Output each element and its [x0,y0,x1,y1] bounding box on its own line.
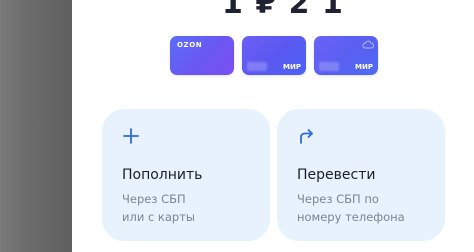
transfer-title: Перевести [297,167,376,183]
transfer-subtitle-line: номеру телефона [297,210,405,224]
background-overlay [0,0,72,252]
card-ozon[interactable]: OZON [170,36,234,75]
transfer-button[interactable]: Перевести Через СБП по номеру телефона [277,109,445,241]
transfer-subtitle: Через СБП по номеру телефона [297,190,405,226]
card-number-mask [319,62,339,71]
bottom-sheet: 1 ₽ 2 1 OZON МИР МИР Пополнить Через СБП… [72,0,474,252]
transfer-subtitle-line: Через СБП по [297,192,379,206]
card-number-mask [247,62,267,71]
topup-button[interactable]: Пополнить Через СБП или с карты [102,109,270,241]
card-network-mir: МИР [283,63,301,71]
card-mir-2[interactable]: МИР [314,36,378,75]
card-mir-1[interactable]: МИР [242,36,306,75]
plus-icon [123,128,139,144]
topup-subtitle-line: Через СБП [122,192,186,206]
card-brand-ozon: OZON [177,41,203,49]
card-network-mir: МИР [355,63,373,71]
topup-title: Пополнить [122,167,203,183]
balance-amount: 1 ₽ 2 1 [222,0,344,21]
balance-value: 1 ₽ 2 1 [222,0,344,21]
share-arrow-icon [300,129,313,144]
topup-subtitle-line: или с карты [122,210,196,224]
topup-subtitle: Через СБП или с карты [122,190,195,226]
cloud-icon [362,40,374,49]
